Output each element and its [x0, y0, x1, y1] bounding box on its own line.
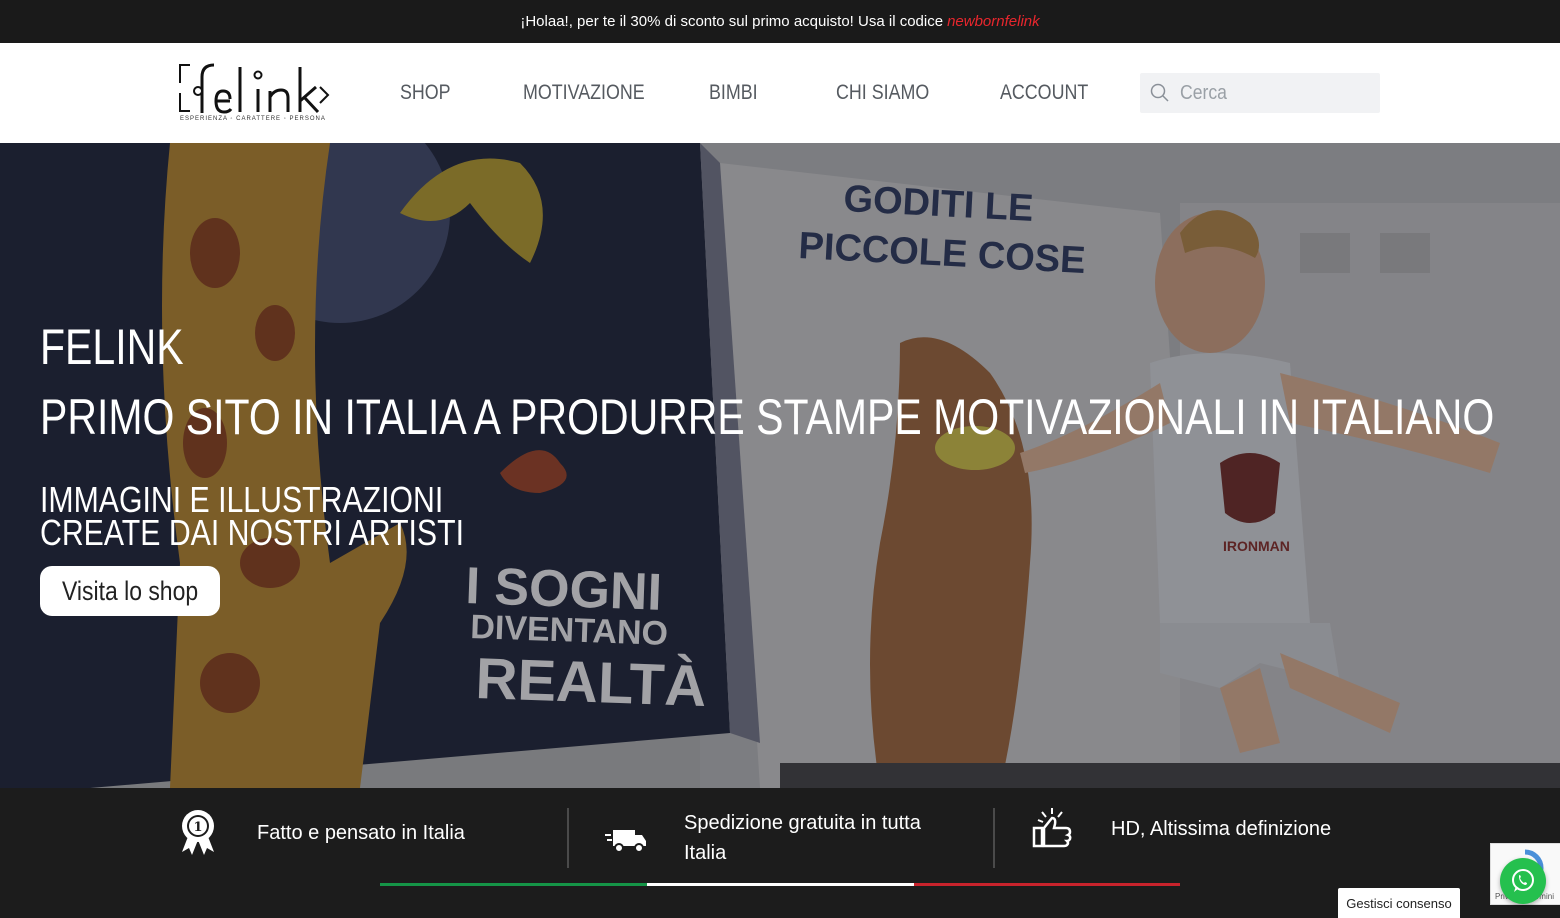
hero-banner: I SOGNI DIVENTANO REALTÀ GODITI LE PICCO…: [0, 143, 1560, 788]
site-logo[interactable]: ESPERIENZA ◦ CARATTERE ◦ PERSONA: [178, 61, 334, 127]
nav-item-account[interactable]: ACCOUNT: [1000, 81, 1088, 105]
svg-text:1: 1: [193, 820, 202, 835]
flag-stripe-white: [647, 883, 914, 886]
divider: [993, 808, 995, 868]
hero-photo: I SOGNI DIVENTANO REALTÀ GODITI LE PICCO…: [0, 143, 1560, 788]
nav-item-shop[interactable]: SHOP: [400, 81, 451, 105]
promo-bar: ¡Holaa!, per te il 30% di sconto sul pri…: [0, 0, 1560, 43]
feature-free-shipping: Spedizione gratuita in tutta Italia: [605, 788, 985, 888]
whatsapp-icon: [1512, 869, 1534, 892]
feature-hd-quality: HD, Altissima definizione: [1032, 788, 1412, 888]
flag-stripe-green: [380, 883, 647, 886]
hero-subtitle: PRIMO SITO IN ITALIA A PRODURRE STAMPE M…: [40, 389, 1495, 445]
logo-tagline: ESPERIENZA ◦ CARATTERE ◦ PERSONA: [180, 116, 326, 122]
award-ribbon-icon: 1: [182, 810, 214, 855]
feature-hd-quality-label: HD, Altissima definizione: [1111, 818, 1332, 840]
hero-line-2: CREATE DAI NOSTRI ARTISTI: [40, 512, 464, 553]
manage-consent-button[interactable]: Gestisci consenso: [1338, 888, 1460, 918]
search-input[interactable]: [1180, 81, 1339, 105]
feature-made-in-italy-label: Fatto e pensato in Italia: [257, 822, 465, 844]
search-box: [1140, 73, 1380, 113]
visit-shop-button[interactable]: Visita lo shop: [40, 566, 220, 616]
hero-title: FELINK: [40, 319, 184, 375]
feature-made-in-italy: 1 Fatto e pensato in Italia: [178, 788, 558, 888]
nav-item-motivazione[interactable]: MOTIVAZIONE: [523, 81, 645, 105]
search-icon[interactable]: [1150, 83, 1170, 103]
nav-item-chi-siamo[interactable]: CHI SIAMO: [836, 81, 929, 105]
manage-consent-label: Gestisci consenso: [1346, 895, 1452, 911]
nav-item-bimbi[interactable]: BIMBI: [709, 81, 758, 105]
promo-code: newbornfelink: [947, 13, 1040, 30]
delivery-truck-icon: [605, 830, 646, 853]
divider: [567, 808, 569, 868]
feature-free-shipping-label: Spedizione gratuita in tutta Italia: [684, 812, 921, 864]
whatsapp-button[interactable]: [1500, 858, 1546, 904]
visit-shop-label: Visita lo shop: [61, 575, 199, 606]
site-header: ESPERIENZA ◦ CARATTERE ◦ PERSONA SHOP MO…: [0, 43, 1560, 143]
thumbs-up-icon: [1032, 808, 1072, 848]
features-bar: 1 Fatto e pensato in Italia Spedizione g…: [0, 788, 1560, 918]
flag-stripe-red: [914, 883, 1180, 886]
promo-text: ¡Holaa!, per te il 30% di sconto sul pri…: [520, 13, 944, 30]
